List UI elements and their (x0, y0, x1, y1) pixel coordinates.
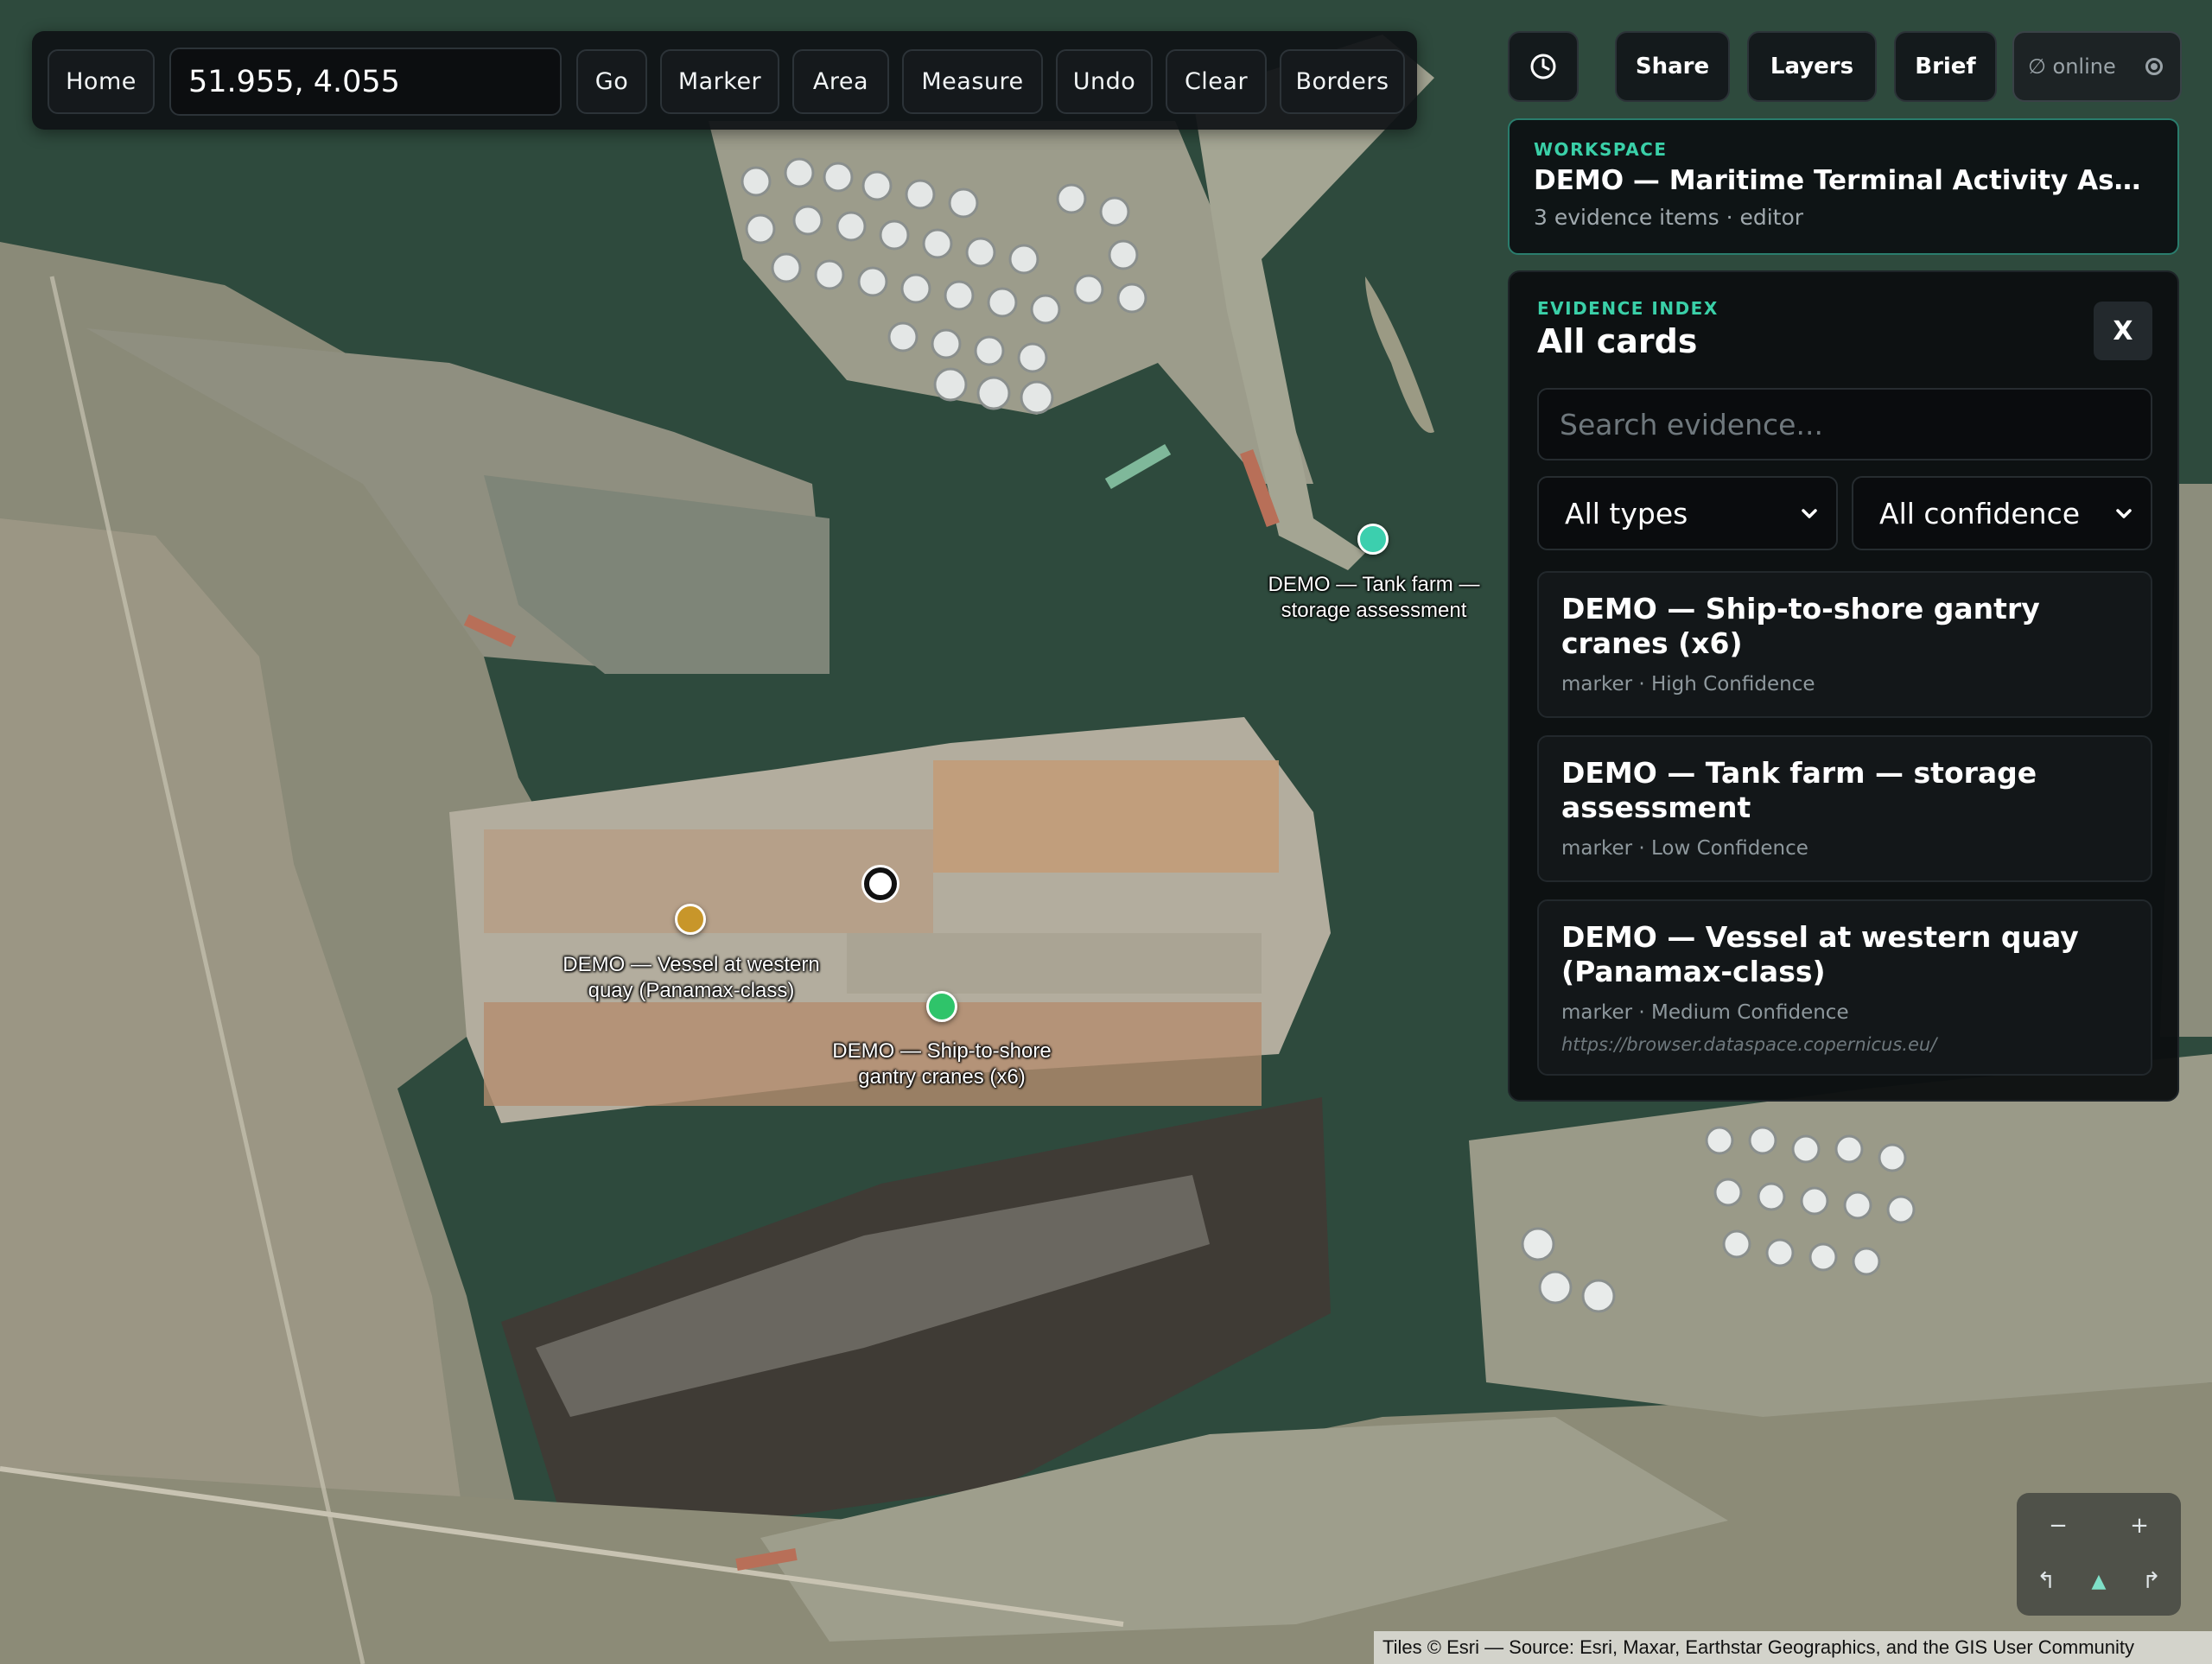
evidence-panel-title: All cards (1537, 322, 1698, 360)
type-filter-select[interactable]: All types (1537, 476, 1838, 550)
workspace-kicker: WORKSPACE (1534, 139, 1668, 160)
search-evidence-input[interactable] (1537, 388, 2152, 460)
go-button[interactable]: Go (576, 49, 647, 114)
brief-button[interactable]: Brief (1894, 31, 1997, 102)
evidence-index-panel: EVIDENCE INDEX All cards X All types All… (1508, 270, 2179, 1102)
evidence-card-meta: marker · High Confidence (1561, 673, 1815, 695)
evidence-card-title: DEMO — Ship-to-shore gantry cranes (x6) (1561, 592, 2040, 660)
undo-button[interactable]: Undo (1056, 49, 1153, 114)
rotate-left-button[interactable]: ↰ (2020, 1555, 2072, 1607)
marker-button[interactable]: Marker (660, 49, 779, 114)
chevron-down-icon (2116, 509, 2132, 518)
connection-status: ∅ online (2012, 31, 2182, 102)
map-marker-vessel[interactable] (675, 904, 706, 935)
zoom-in-button[interactable]: + (2113, 1500, 2165, 1552)
layers-button[interactable]: Layers (1747, 31, 1877, 102)
confidence-filter-value: All confidence (1879, 496, 2081, 530)
map-marker-label: DEMO — Tank farm — storage assessment (1268, 573, 1480, 622)
zoom-out-button[interactable]: − (2032, 1500, 2084, 1552)
measure-button[interactable]: Measure (902, 49, 1043, 114)
area-button[interactable]: Area (792, 49, 889, 114)
map-marker-label: DEMO — Vessel at western quay (Panamax-cl… (563, 953, 820, 1002)
workspace-card[interactable]: WORKSPACE DEMO — Maritime Terminal Activ… (1508, 118, 2179, 255)
evidence-card[interactable]: DEMO — Tank farm — storage assessment ma… (1537, 735, 2152, 882)
evidence-card[interactable]: DEMO — Vessel at western quay (Panamax-c… (1537, 899, 2152, 1076)
chevron-down-icon (1802, 509, 1817, 518)
home-button[interactable]: Home (48, 49, 155, 114)
map-attribution: Tiles © Esri — Source: Esri, Maxar, Eart… (1374, 1631, 2212, 1664)
status-text: ∅ online (2028, 54, 2116, 79)
type-filter-value: All types (1565, 496, 1688, 530)
share-button[interactable]: Share (1615, 31, 1730, 102)
evidence-kicker: EVIDENCE INDEX (1537, 298, 1719, 319)
evidence-card-title: DEMO — Tank farm — storage assessment (1561, 756, 2037, 824)
close-panel-button[interactable]: X (2094, 302, 2152, 360)
north-arrow-icon[interactable]: ▲ (2073, 1555, 2125, 1607)
evidence-card-meta: marker · Medium Confidence (1561, 1001, 1849, 1024)
history-button[interactable] (1508, 31, 1579, 102)
borders-button[interactable]: Borders (1280, 49, 1405, 114)
evidence-card[interactable]: DEMO — Ship-to-shore gantry cranes (x6) … (1537, 571, 2152, 718)
clear-button[interactable]: Clear (1166, 49, 1267, 114)
evidence-card-source-link[interactable]: https://browser.dataspace.copernicus.eu/ (1561, 1034, 2128, 1055)
rotate-right-button[interactable]: ↱ (2126, 1555, 2177, 1607)
evidence-card-title: DEMO — Vessel at western quay (Panamax-c… (1561, 920, 2079, 988)
workspace-title: DEMO — Maritime Terminal Activity Assess… (1534, 165, 2153, 196)
map-navigation-controls: − + ↰ ▲ ↱ (2017, 1493, 2181, 1616)
map-marker-label: DEMO — Ship-to-shore gantry cranes (x6) (832, 1039, 1052, 1089)
workspace-subtitle: 3 evidence items · editor (1534, 205, 1804, 230)
map-marker-gantry-cranes[interactable] (926, 991, 957, 1022)
map-toolbar: Home 51.955, 4.055 Go Marker Area Measur… (32, 31, 1417, 130)
status-indicator-icon (2145, 58, 2163, 75)
clock-icon (1530, 54, 1556, 79)
coordinate-input[interactable]: 51.955, 4.055 (169, 48, 562, 116)
close-icon: X (2113, 315, 2133, 346)
map-center-reticle (864, 867, 897, 900)
map-marker-tank-farm[interactable] (1357, 524, 1389, 555)
evidence-card-meta: marker · Low Confidence (1561, 837, 1808, 860)
confidence-filter-select[interactable]: All confidence (1852, 476, 2152, 550)
